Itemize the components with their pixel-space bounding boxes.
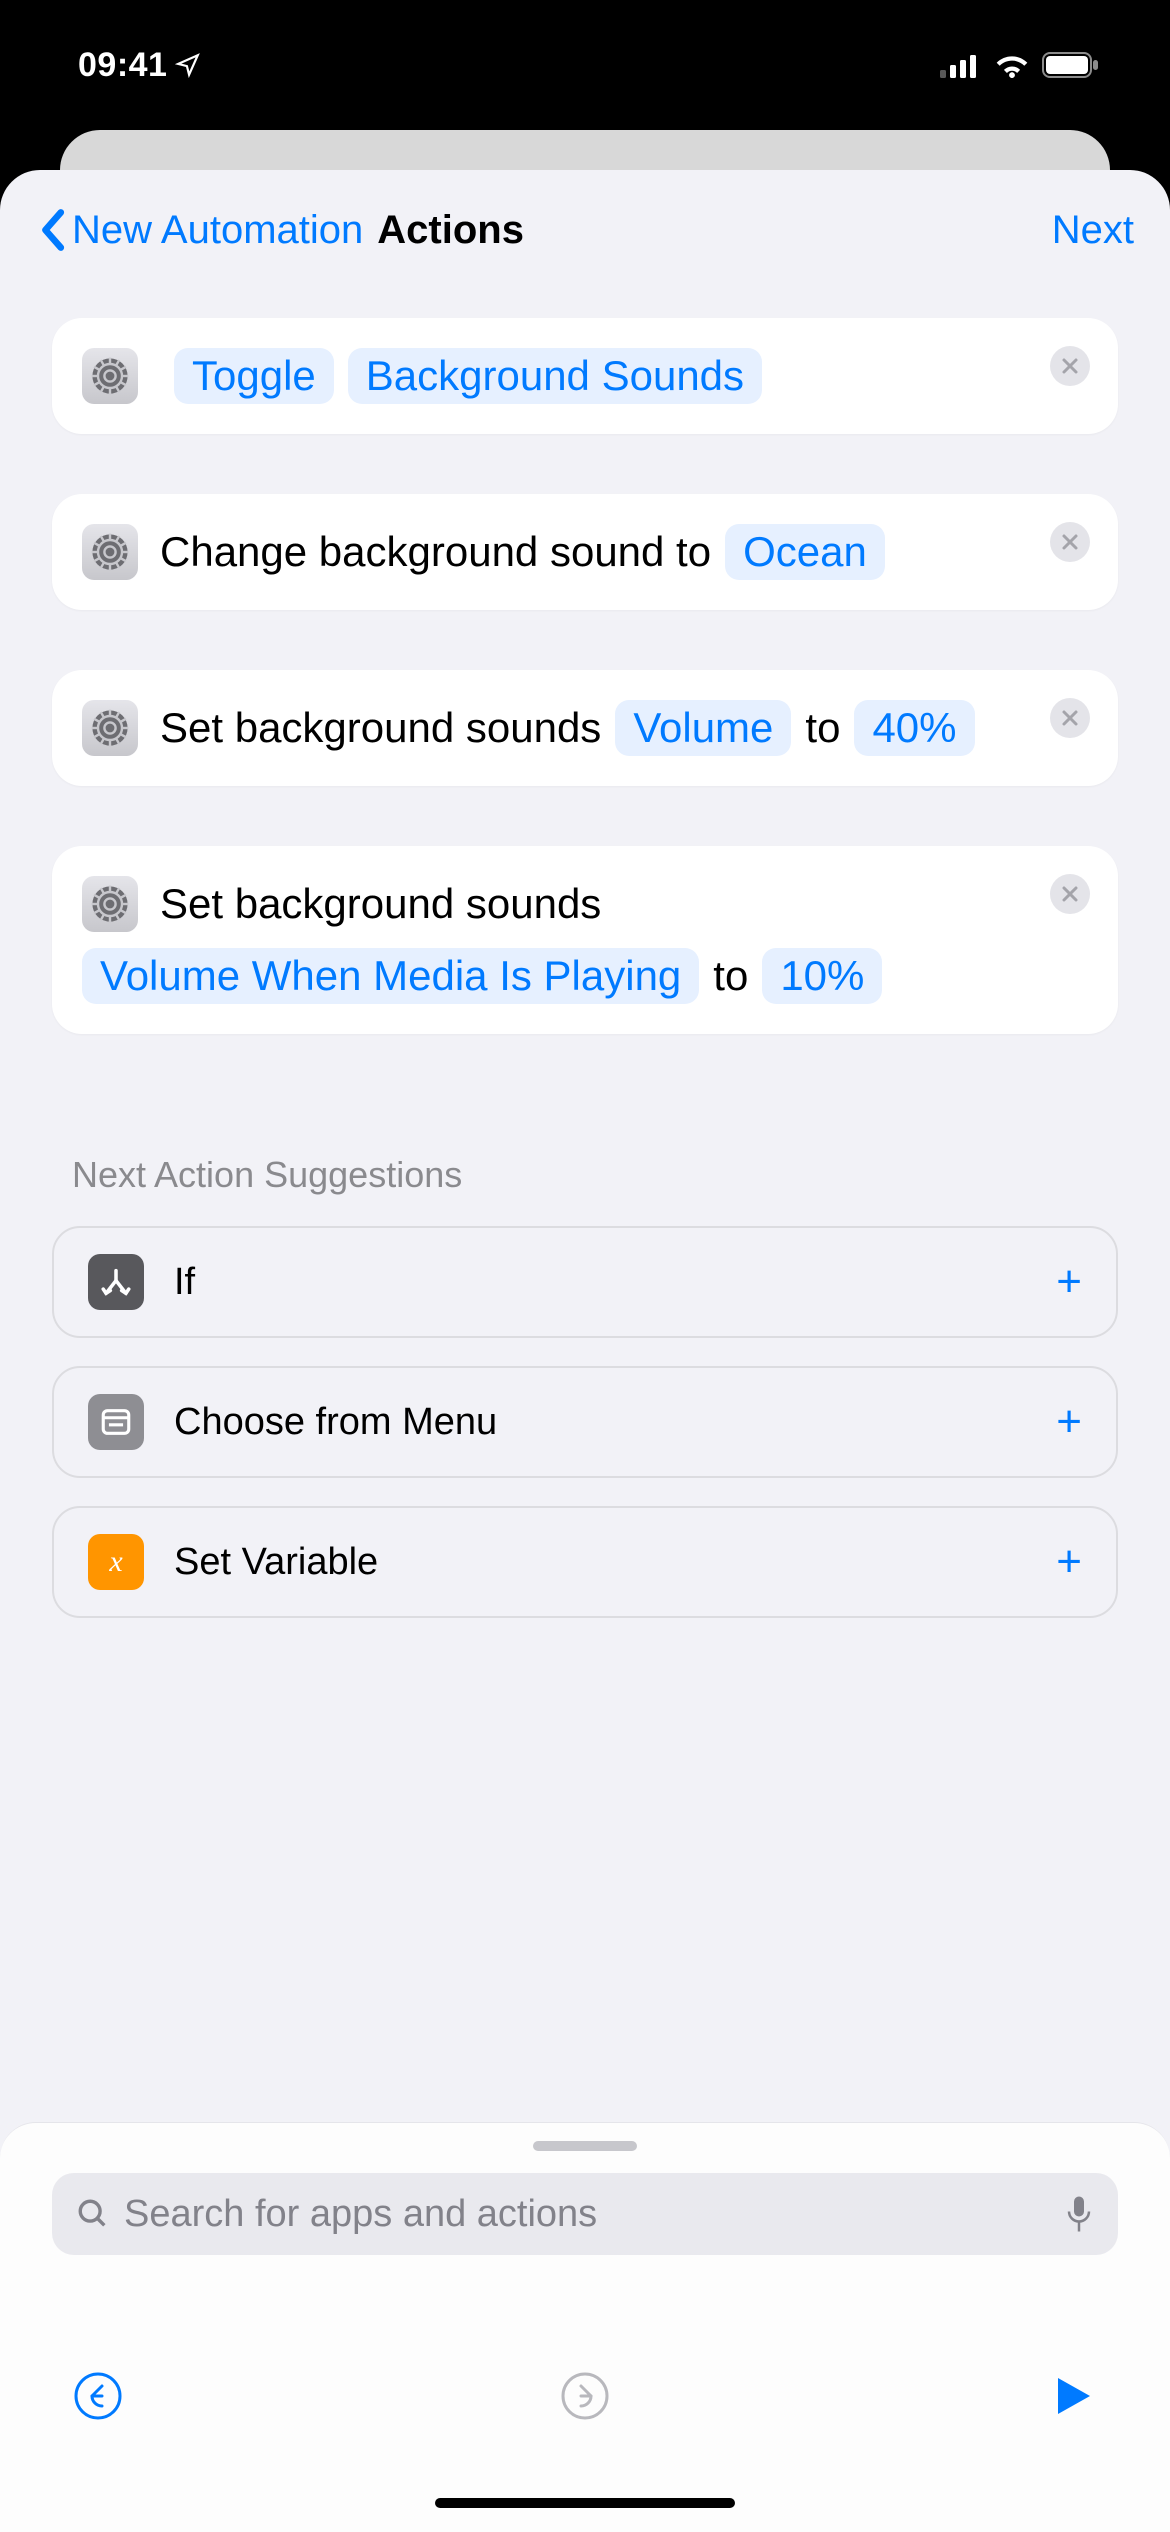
remove-action-button[interactable]: [1050, 522, 1090, 562]
suggestion-label: Set Variable: [174, 1541, 1056, 1584]
action-text: Change background sound to: [160, 528, 711, 576]
remove-action-button[interactable]: [1050, 874, 1090, 914]
action-parameter-token[interactable]: 10%: [762, 948, 882, 1004]
var-icon: x: [88, 1534, 144, 1590]
settings-app-icon: [82, 524, 138, 580]
action-card[interactable]: Set background sounds Volume to 40%: [52, 670, 1118, 786]
back-label: New Automation: [72, 208, 363, 253]
if-icon: [88, 1254, 144, 1310]
search-icon: [76, 2197, 110, 2231]
battery-icon: [1042, 52, 1100, 78]
redo-button[interactable]: [557, 2368, 613, 2424]
suggestion-row[interactable]: Choose from Menu+: [52, 1366, 1118, 1478]
action-parameter-token[interactable]: 40%: [854, 700, 974, 756]
wifi-icon: [994, 52, 1030, 78]
search-sheet[interactable]: Search for apps and actions: [0, 2122, 1170, 2532]
status-bar: 09:41: [0, 0, 1170, 130]
run-button[interactable]: [1044, 2368, 1100, 2424]
back-button[interactable]: New Automation: [36, 208, 363, 253]
microphone-icon[interactable]: [1064, 2194, 1094, 2234]
action-parameter-token[interactable]: Volume: [615, 700, 791, 756]
action-parameter-token[interactable]: Background Sounds: [348, 348, 762, 404]
action-text: Set background sounds: [160, 704, 601, 752]
remove-action-button[interactable]: [1050, 698, 1090, 738]
suggestion-label: Choose from Menu: [174, 1401, 1056, 1444]
search-input[interactable]: Search for apps and actions: [52, 2173, 1118, 2255]
home-indicator[interactable]: [435, 2498, 735, 2508]
next-button[interactable]: Next: [1052, 208, 1134, 253]
suggestion-row[interactable]: If+: [52, 1226, 1118, 1338]
add-suggestion-button[interactable]: +: [1056, 1257, 1082, 1307]
menu-icon: [88, 1394, 144, 1450]
action-card[interactable]: Change background sound to Ocean: [52, 494, 1118, 610]
action-text: Set background sounds: [160, 880, 601, 928]
settings-app-icon: [82, 348, 138, 404]
settings-app-icon: [82, 876, 138, 932]
suggestions-heading: Next Action Suggestions: [72, 1154, 1118, 1196]
location-icon: [175, 52, 201, 78]
suggestion-label: If: [174, 1261, 1056, 1304]
action-parameter-token[interactable]: Toggle: [174, 348, 334, 404]
add-suggestion-button[interactable]: +: [1056, 1397, 1082, 1447]
suggestion-row[interactable]: x Set Variable+: [52, 1506, 1118, 1618]
undo-button[interactable]: [70, 2368, 126, 2424]
action-parameter-token[interactable]: Volume When Media Is Playing: [82, 948, 699, 1004]
search-placeholder: Search for apps and actions: [124, 2193, 1050, 2236]
remove-action-button[interactable]: [1050, 346, 1090, 386]
settings-app-icon: [82, 700, 138, 756]
action-text: to: [713, 952, 748, 1000]
status-time: 09:41: [78, 46, 167, 85]
action-card[interactable]: Set background sounds Volume When Media I…: [52, 846, 1118, 1034]
sheet-grabber[interactable]: [533, 2141, 637, 2151]
add-suggestion-button[interactable]: +: [1056, 1537, 1082, 1587]
action-parameter-token[interactable]: Ocean: [725, 524, 885, 580]
page-title: Actions: [377, 208, 524, 253]
action-card[interactable]: ToggleBackground Sounds: [52, 318, 1118, 434]
cellular-icon: [940, 52, 982, 78]
actions-sheet: New Automation Actions Next ToggleBackgr…: [0, 170, 1170, 2532]
navigation-bar: New Automation Actions Next: [0, 170, 1170, 290]
action-text: to: [805, 704, 840, 752]
